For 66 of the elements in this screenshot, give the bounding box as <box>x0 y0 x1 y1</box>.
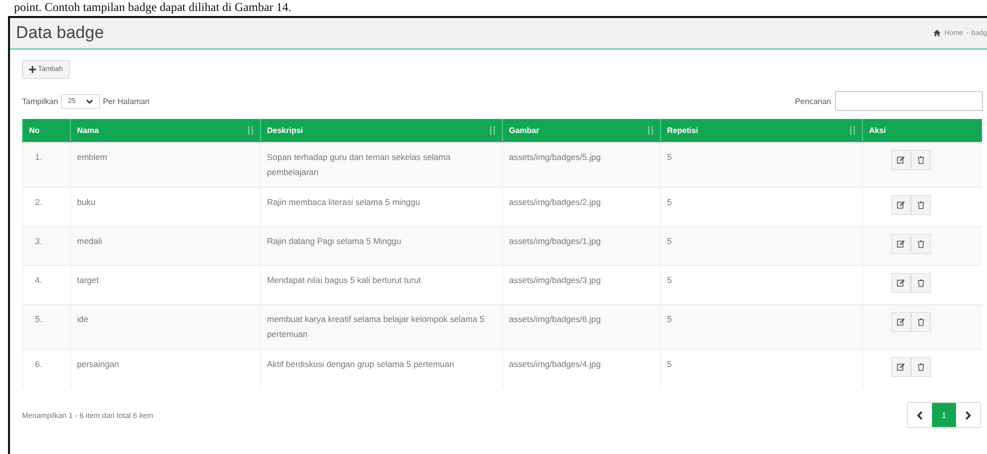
column-header[interactable]: Nama <box>70 119 260 142</box>
home-icon <box>933 29 942 37</box>
table-cell: 5 <box>660 304 862 350</box>
delete-button[interactable] <box>911 234 931 254</box>
trash-icon <box>917 363 925 371</box>
trash-icon <box>917 240 925 248</box>
edit-button[interactable] <box>891 234 911 254</box>
trash-icon <box>917 156 925 164</box>
table-cell: 5. <box>22 304 70 350</box>
table-cell: 3. <box>22 226 70 266</box>
edit-icon <box>897 156 905 164</box>
table-cell: 1. <box>22 142 70 188</box>
table-cell: Rajin datang Pagi selama 5 Minggu <box>260 226 502 266</box>
sort-icon <box>849 126 856 135</box>
table-cell: ide <box>70 304 260 350</box>
table-cell: assets/img/badges/1.jpg <box>502 226 660 266</box>
table-cell: medali <box>70 226 260 266</box>
edit-icon <box>897 240 905 248</box>
edit-icon <box>897 363 905 371</box>
trash-icon <box>917 279 925 287</box>
delete-button[interactable] <box>911 357 931 377</box>
chevron-down-icon <box>86 98 93 104</box>
sort-icon <box>247 126 254 135</box>
edit-icon <box>897 318 905 326</box>
sort-icon <box>489 126 496 135</box>
edit-button[interactable] <box>891 312 911 332</box>
chevron-left-icon <box>917 410 923 420</box>
edit-icon <box>897 279 905 287</box>
edit-button[interactable] <box>891 150 911 170</box>
table-cell: assets/img/badges/5.jpg <box>502 142 660 188</box>
table-cell: emblem <box>70 142 260 188</box>
column-header[interactable]: Aksi <box>862 119 982 142</box>
trash-icon <box>917 318 925 326</box>
length-prefix: Tampilkan <box>22 96 58 106</box>
edit-button[interactable] <box>891 273 911 293</box>
edit-icon <box>897 201 905 209</box>
column-header[interactable]: Deskripsi <box>260 119 502 142</box>
trash-icon <box>917 201 925 209</box>
delete-button[interactable] <box>911 195 931 215</box>
table-cell: membuat karya kreatif selama belajar kelompok selama 5 pertemuan <box>260 304 502 350</box>
delete-button[interactable] <box>911 273 931 293</box>
edit-button[interactable] <box>891 357 911 377</box>
table-cell: assets/img/badges/4.jpg <box>502 350 660 388</box>
delete-button[interactable] <box>911 150 931 170</box>
search-field[interactable] <box>835 91 983 111</box>
page-title: Data badge <box>16 23 104 43</box>
table-cell: 5 <box>660 226 862 266</box>
caption-text: point. Contoh tampilan badge dapat dilihat di Gambar 14. <box>13 0 292 14</box>
plus-icon <box>29 66 36 73</box>
table-cell: 5 <box>660 350 862 388</box>
table-cell: persaingan <box>70 350 260 388</box>
search-label: Pencarian <box>794 96 831 106</box>
column-header[interactable]: Gambar <box>502 119 660 142</box>
chevron-right-icon <box>965 410 971 420</box>
edit-button[interactable] <box>891 195 911 215</box>
table-cell: Aktif berdiskusi dengan grup selama 5 pertemuan <box>260 350 502 388</box>
table-cell: 6. <box>22 350 70 388</box>
page-button[interactable]: 1 <box>932 403 956 427</box>
column-header[interactable]: Repetisi <box>660 119 862 142</box>
column-header[interactable]: No <box>22 119 70 142</box>
table-cell: assets/img/badges/6.jpg <box>502 304 660 350</box>
length-suffix: Per Halaman <box>102 96 150 106</box>
table-cell: Sopan terhadap guru dan teman sekelas selama pembelajaran <box>260 142 502 188</box>
sort-icon <box>647 126 654 135</box>
delete-button[interactable] <box>911 312 931 332</box>
table-cell: 5 <box>660 142 862 188</box>
